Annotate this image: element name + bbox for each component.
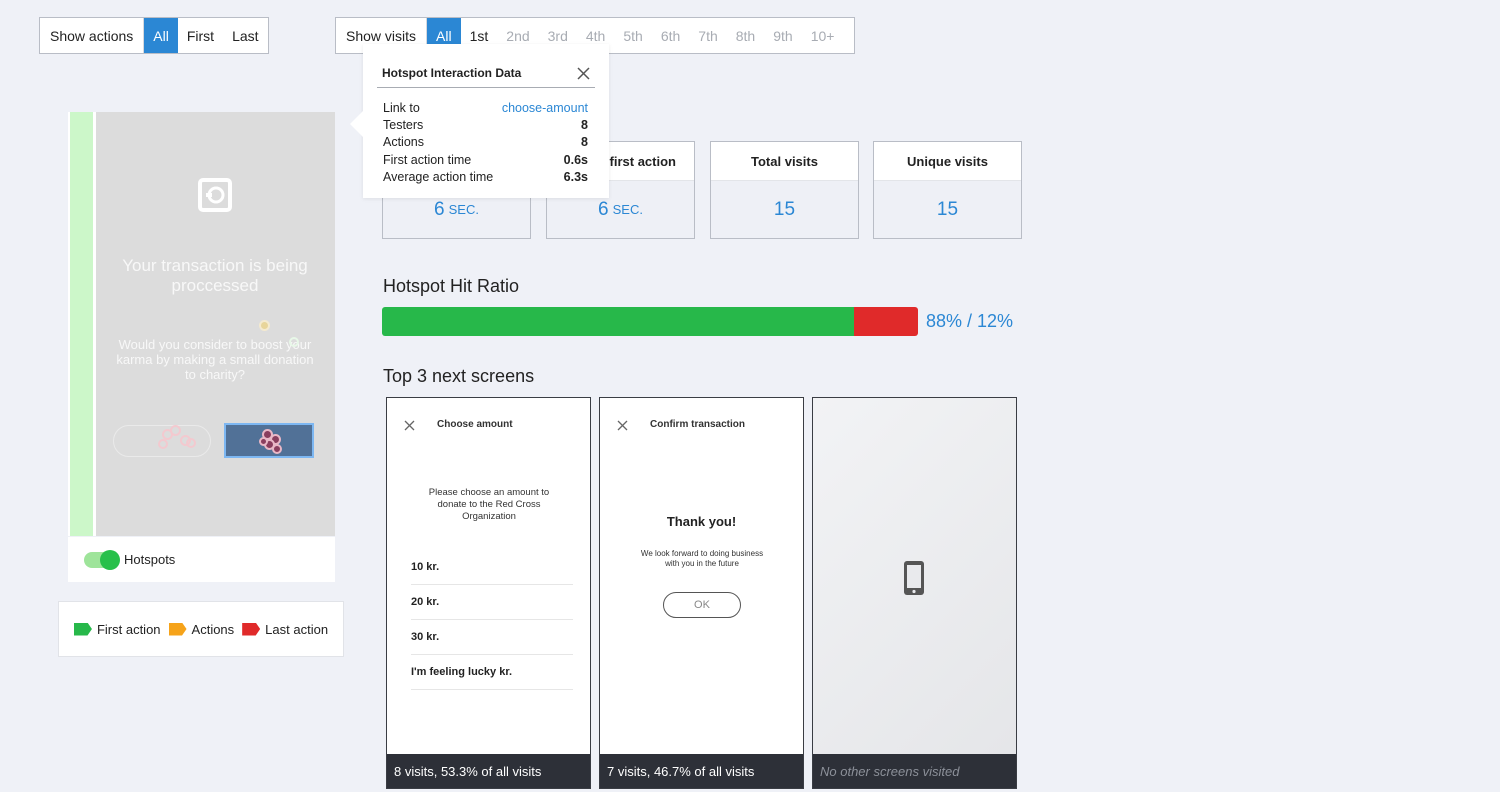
visits-filter-8th[interactable]: 8th	[727, 18, 764, 53]
card-footer: 7 visits, 46.7% of all visits	[600, 754, 803, 788]
ok-button-preview: OK	[663, 592, 741, 618]
hit-ratio-hit-segment	[382, 307, 854, 336]
hit-ratio-title: Hotspot Hit Ratio	[383, 276, 520, 296]
card-footer: No other screens visited	[813, 754, 1016, 788]
popover-divider	[377, 87, 595, 88]
next-screen-card-empty: No other screens visited	[812, 397, 1017, 789]
visits-filter-9th[interactable]: 9th	[764, 18, 801, 53]
next-screens-title: Top 3 next screens	[383, 366, 535, 386]
popover-row-first-action-time: First action time 0.6s	[383, 152, 588, 167]
legend-actions: Actions	[168, 622, 234, 637]
screen-preview: Your transaction is being proccessed Wou…	[68, 112, 335, 536]
screen-title: Your transaction is being proccessed	[122, 256, 308, 295]
amount-option: 30 kr.	[411, 620, 573, 655]
card-description: Please choose an amount to donate to the…	[428, 487, 550, 522]
visits-filter-7th[interactable]: 7th	[689, 18, 726, 53]
close-icon	[617, 420, 628, 431]
action-legend: First action Actions Last action	[58, 601, 344, 657]
stat-header: Total visits	[711, 142, 858, 181]
hotspots-toggle[interactable]	[84, 549, 120, 570]
red-tag-icon	[242, 622, 261, 636]
card-screen-title: Confirm transaction	[650, 419, 746, 430]
screen-body: Would you consider to boost your karma b…	[116, 337, 314, 382]
card-heading: Thank you!	[666, 514, 737, 529]
visits-filter-5th[interactable]: 5th	[614, 18, 651, 53]
stat-header: Unique visits	[874, 142, 1021, 181]
receipt-icon	[198, 178, 232, 212]
close-icon	[404, 420, 415, 431]
popover-title: Hotspot Interaction Data	[382, 66, 522, 80]
donate-button-hotspot[interactable]	[224, 423, 314, 458]
popover-row-link: Link to choose-amount	[383, 100, 588, 115]
actions-filter-first[interactable]: First	[178, 18, 223, 53]
next-screen-card-confirm-transaction[interactable]: Confirm transaction Thank you! We look f…	[599, 397, 804, 789]
legend-first-action: First action	[73, 622, 161, 637]
heatmap-dot	[289, 337, 299, 347]
popover-row-average-action-time: Average action time 6.3s	[383, 170, 588, 185]
amount-option: 10 kr.	[411, 550, 573, 585]
hit-ratio-text: 88% / 12%	[926, 311, 1014, 331]
green-tag-icon	[73, 622, 92, 636]
orange-tag-icon	[168, 622, 187, 636]
link-to-screen[interactable]: choose-amount	[502, 101, 588, 115]
card-screen-title: Choose amount	[437, 419, 513, 430]
first-action-strip	[68, 112, 96, 536]
hit-ratio-miss-segment	[853, 307, 918, 336]
stat-value: 15	[711, 181, 858, 238]
popover-row-testers: Testers 8	[383, 118, 588, 133]
stat-card-total-visits: Total visits 15	[710, 141, 859, 239]
close-icon[interactable]	[577, 67, 590, 80]
stat-value: 15	[874, 181, 1021, 238]
hotspots-toggle-bar: Hotspots	[68, 537, 335, 582]
amount-option: I'm feeling lucky kr.	[411, 655, 573, 690]
show-actions-label: Show actions	[40, 18, 145, 53]
phone-icon	[904, 561, 924, 595]
card-footer: 8 visits, 53.3% of all visits	[387, 754, 590, 788]
show-actions-filter: Show actions All First Last	[39, 17, 269, 54]
heatmap-dot	[259, 320, 270, 331]
card-subtext: We look forward to doing business with y…	[640, 549, 764, 568]
visits-filter-10plus[interactable]: 10+	[802, 18, 844, 53]
legend-last-action: Last action	[242, 622, 328, 637]
actions-filter-last[interactable]: Last	[223, 18, 267, 53]
hotspot-interaction-popover: Hotspot Interaction Data Link to choose-a…	[350, 44, 609, 198]
decline-button-hotspot[interactable]	[113, 425, 211, 457]
next-screen-card-choose-amount[interactable]: Choose amount Please choose an amount to…	[386, 397, 591, 789]
actions-filter-all[interactable]: All	[144, 18, 178, 53]
amount-option: 20 kr.	[411, 585, 573, 620]
popover-rows: Link to choose-amount Testers 8 Actions 8 F…	[383, 99, 588, 186]
popover-row-actions: Actions 8	[383, 135, 588, 150]
stat-card-unique-visits: Unique visits 15	[873, 141, 1022, 239]
hit-ratio-bar	[382, 307, 918, 336]
hotspots-label: Hotspots	[124, 552, 176, 567]
visits-filter-6th[interactable]: 6th	[652, 18, 689, 53]
